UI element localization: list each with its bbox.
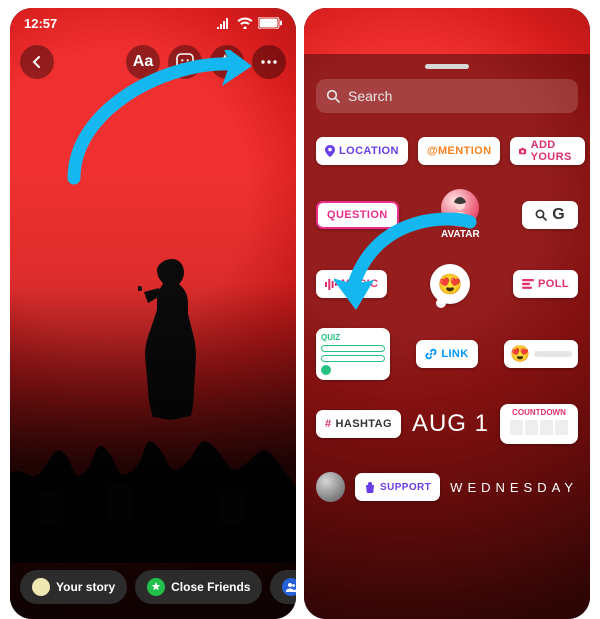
sticker-search[interactable]: Search xyxy=(316,79,578,113)
question-sticker[interactable]: QUESTION xyxy=(316,201,399,229)
music-sticker[interactable]: MUSIC xyxy=(316,270,387,298)
bag-icon xyxy=(364,481,376,493)
weekday-sticker[interactable]: WEDNESDAY xyxy=(450,480,578,495)
heart-eyes-emoji-icon: 😍 xyxy=(438,272,463,297)
sticker-sheet-screen: Search LOCATION @MENTION ADD YOURS QUEST… xyxy=(304,8,590,619)
close-friends-button[interactable]: Close Friends xyxy=(135,570,262,604)
add-yours-sticker[interactable]: ADD YOURS xyxy=(510,137,584,165)
gif-sticker[interactable]: G xyxy=(522,201,578,229)
music-bars-icon xyxy=(325,279,337,290)
location-sticker[interactable]: LOCATION xyxy=(316,137,408,165)
your-story-button[interactable]: Your story xyxy=(20,570,127,604)
support-sticker[interactable]: SUPPORT xyxy=(355,473,440,501)
story-toolbar: Aa xyxy=(10,40,296,84)
quiz-sticker[interactable]: QUIZ xyxy=(316,328,390,380)
countdown-sticker[interactable]: COUNTDOWN xyxy=(500,404,578,444)
star-icon xyxy=(147,578,165,596)
emoji-reaction-sticker[interactable]: 😍 xyxy=(430,264,470,304)
avatar-icon xyxy=(441,189,479,227)
search-placeholder: Search xyxy=(348,88,392,104)
pin-icon xyxy=(325,145,335,157)
hashtag-sticker[interactable]: ##HASHTAGHASHTAG xyxy=(316,410,401,438)
heart-eyes-emoji-icon: 😍 xyxy=(510,344,530,364)
avatar-small[interactable] xyxy=(316,472,345,502)
poll-icon xyxy=(522,279,534,289)
text-tool-button[interactable]: Aa xyxy=(126,45,160,79)
close-friends-label: Close Friends xyxy=(171,580,250,594)
link-sticker[interactable]: LINK xyxy=(416,340,477,368)
mention-sticker[interactable]: @MENTION xyxy=(418,137,501,165)
your-story-dot-icon xyxy=(32,578,50,596)
link-icon xyxy=(425,348,437,360)
your-story-label: Your story xyxy=(56,580,115,594)
status-bar: 12:57 xyxy=(10,8,296,38)
share-bar: Your story Close Friends G xyxy=(10,563,296,611)
poll-sticker[interactable]: POLL xyxy=(513,270,578,298)
sheet-grabber[interactable] xyxy=(425,64,469,69)
story-editor-screen: 12:57 Aa xyxy=(10,8,296,619)
status-icons xyxy=(216,17,282,29)
emoji-slider-sticker[interactable]: 😍 xyxy=(504,340,578,368)
back-button[interactable] xyxy=(20,45,54,79)
sticker-grid: LOCATION @MENTION ADD YOURS QUESTION AV xyxy=(316,137,578,502)
search-icon xyxy=(326,89,340,103)
status-time: 12:57 xyxy=(24,16,57,31)
effects-tool-button[interactable] xyxy=(210,45,244,79)
search-icon xyxy=(535,209,547,221)
sticker-sheet[interactable]: Search LOCATION @MENTION ADD YOURS QUEST… xyxy=(304,54,590,619)
vignette xyxy=(10,8,296,619)
avatar-sticker[interactable]: AVATAR xyxy=(441,189,480,240)
people-icon xyxy=(282,578,296,596)
camera-icon xyxy=(519,146,526,156)
date-sticker[interactable]: AUG 1 xyxy=(412,410,489,438)
sticker-tool-button[interactable] xyxy=(168,45,202,79)
check-icon xyxy=(321,365,331,375)
group-button[interactable]: G xyxy=(270,570,296,604)
more-button[interactable] xyxy=(252,45,286,79)
